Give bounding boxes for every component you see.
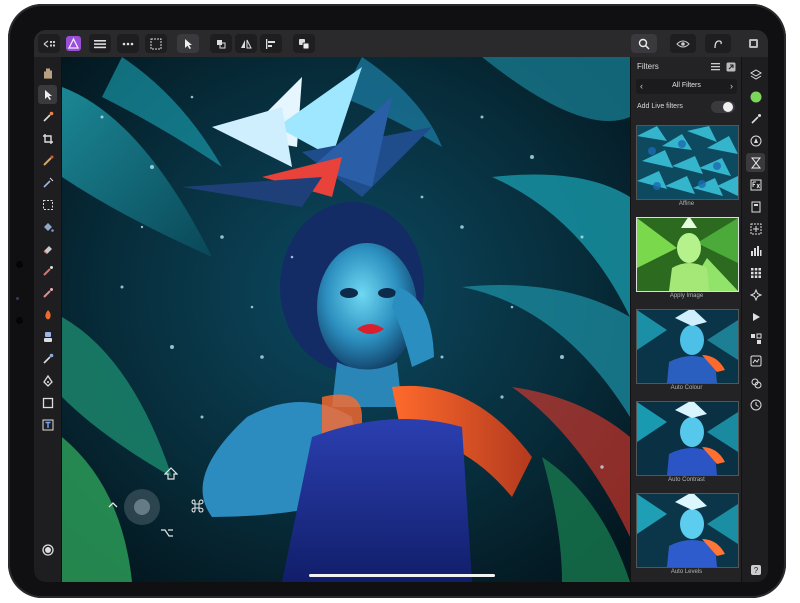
filters-studio-icon[interactable]	[746, 153, 765, 172]
transform-icon[interactable]	[210, 34, 232, 53]
home-indicator[interactable]	[309, 574, 495, 577]
arrange-icon[interactable]	[293, 34, 315, 53]
assets-icon[interactable]	[746, 351, 765, 370]
burn-icon[interactable]	[38, 305, 57, 324]
flip-icon[interactable]	[235, 34, 257, 53]
blur-icon[interactable]	[38, 327, 57, 346]
hand-swirl-icon[interactable]	[705, 34, 731, 53]
flood-fill-icon[interactable]	[38, 217, 57, 236]
joystick-knob[interactable]	[134, 499, 150, 515]
add-live-filters-label: Add Live filters	[637, 103, 683, 110]
side-sensor-dot	[16, 297, 19, 300]
gradient-icon[interactable]	[38, 261, 57, 280]
brush-icon[interactable]	[746, 109, 765, 128]
tools-panel	[34, 57, 62, 582]
option-up-icon[interactable]	[107, 499, 119, 511]
search-icon[interactable]	[631, 34, 657, 53]
pen-icon[interactable]	[38, 371, 57, 390]
filters-title: Filters	[637, 62, 659, 71]
option-icon[interactable]	[160, 527, 174, 539]
more-icon[interactable]	[117, 34, 139, 53]
category-selector[interactable]: ‹ All Filters ›	[636, 79, 737, 94]
filter-label-auto-colour: Auto Colour	[670, 385, 703, 391]
stock-icon[interactable]	[746, 285, 765, 304]
help-icon[interactable]: ?	[746, 560, 765, 579]
marquee-icon[interactable]	[38, 195, 57, 214]
filter-label-auto-levels: Auto Levels	[670, 569, 703, 575]
filter-thumb-auto-colour[interactable]	[636, 309, 739, 384]
back-grid-icon[interactable]	[38, 34, 60, 53]
filter-thumb-auto-levels[interactable]	[636, 493, 739, 568]
text-icon[interactable]	[38, 415, 57, 434]
menu-icon[interactable]	[89, 34, 111, 53]
filter-label-auto-contrast: Auto Contrast	[668, 477, 705, 483]
time-icon[interactable]	[746, 395, 765, 414]
histogram-icon[interactable]	[746, 241, 765, 260]
adjustments-icon[interactable]	[746, 329, 765, 348]
filter-thumb-auto-contrast[interactable]	[636, 401, 739, 476]
crop-icon[interactable]	[38, 129, 57, 148]
paint-brush-icon[interactable]	[38, 151, 57, 170]
side-camera-dot	[16, 261, 23, 268]
add-live-filters-toggle[interactable]	[711, 101, 735, 113]
rectangle-icon[interactable]	[38, 393, 57, 412]
align-icon[interactable]	[260, 34, 282, 53]
hand-icon[interactable]	[38, 63, 57, 82]
toggle-knob	[723, 102, 733, 112]
selection-brush-icon[interactable]	[38, 173, 57, 192]
shift-icon[interactable]	[164, 467, 178, 481]
erase-icon[interactable]	[38, 239, 57, 258]
record-icon[interactable]	[38, 540, 57, 559]
panel-menu-icon[interactable]	[711, 62, 721, 72]
move-icon[interactable]	[38, 85, 57, 104]
screen: Filters ‹ All Filters › Add Live filters	[34, 30, 768, 582]
navigator-icon[interactable]	[746, 131, 765, 150]
filter-thumb-affine[interactable]	[636, 125, 739, 200]
macro-icon[interactable]	[746, 307, 765, 326]
clone-icon[interactable]	[38, 283, 57, 302]
fx-icon[interactable]	[746, 175, 765, 194]
filters-panel: Filters ‹ All Filters › Add Live filters	[630, 57, 742, 582]
affinity-persona-icon[interactable]	[64, 34, 83, 53]
document-grid-icon[interactable]	[145, 34, 167, 53]
next-category-icon[interactable]: ›	[730, 81, 733, 91]
document-canvas[interactable]	[62, 57, 630, 582]
pointer-icon[interactable]	[177, 34, 199, 53]
filter-label-affine: Affine	[678, 201, 695, 207]
smudge-icon[interactable]	[38, 349, 57, 368]
side-camera-dot-2	[16, 317, 23, 324]
ipad-frame: Filters ‹ All Filters › Add Live filters	[8, 4, 786, 598]
transform-panel-icon[interactable]	[746, 219, 765, 238]
top-toolbar	[34, 30, 768, 58]
eye-icon[interactable]	[670, 34, 696, 53]
eyedropper-icon[interactable]	[38, 107, 57, 126]
command-icon[interactable]	[190, 499, 204, 513]
layers-icon[interactable]	[746, 65, 765, 84]
view-icon[interactable]	[743, 34, 763, 53]
panel-popout-icon[interactable]	[726, 62, 736, 72]
category-label: All Filters	[672, 82, 701, 89]
channels-icon[interactable]	[746, 197, 765, 216]
snapshots-icon[interactable]	[746, 373, 765, 392]
swatches-icon[interactable]	[746, 263, 765, 282]
studio-bar: ?	[741, 57, 768, 582]
colour-icon[interactable]	[746, 87, 765, 106]
svg-text:?: ?	[753, 566, 758, 575]
filter-thumb-apply-image[interactable]	[636, 217, 739, 292]
filter-label-apply-image: Apply Image	[669, 293, 704, 299]
